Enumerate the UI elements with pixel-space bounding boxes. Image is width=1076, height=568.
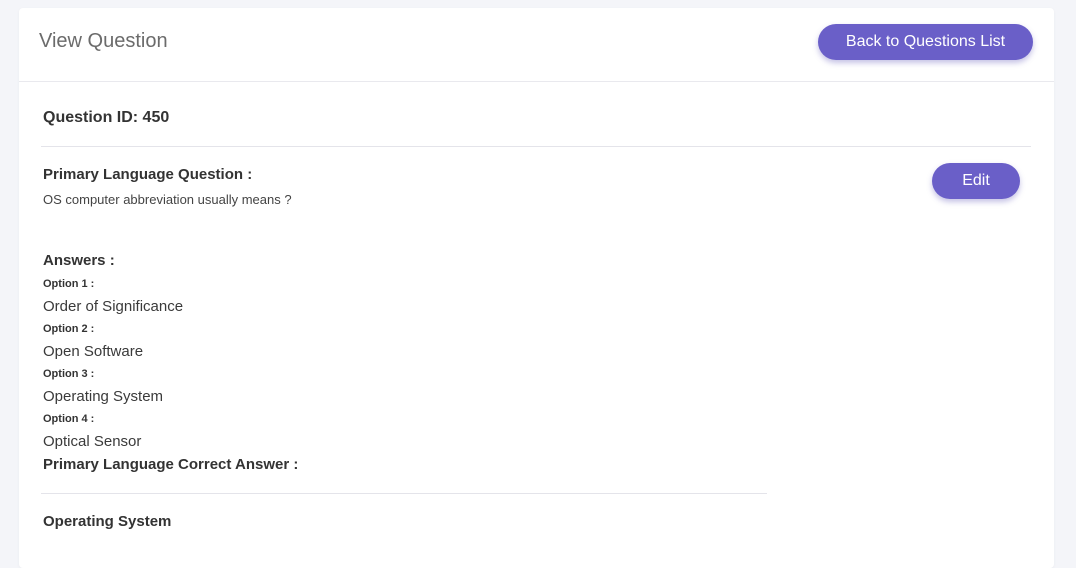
option-4-text: Optical Sensor [43, 433, 142, 450]
question-card: View Question Back to Questions List Que… [19, 8, 1054, 568]
edit-button[interactable]: Edit [932, 163, 1020, 199]
option-2-text: Open Software [43, 343, 144, 360]
question-id: Question ID: 450 [43, 109, 170, 126]
option-2-label: Option 2 : [43, 323, 95, 335]
card-header: View Question Back to Questions List [19, 8, 1054, 82]
option-1-label: Option 1 : [43, 278, 95, 290]
option-1-text: Order of Significance [43, 298, 184, 315]
page-title: View Question [39, 30, 168, 52]
divider [41, 493, 767, 494]
correct-answer-label: Primary Language Correct Answer : [43, 456, 299, 473]
correct-answer-value: Operating System [43, 513, 172, 530]
option-3-label: Option 3 : [43, 368, 95, 380]
primary-question-text: OS computer abbreviation usually means ? [43, 192, 292, 207]
primary-question-label: Primary Language Question : [43, 166, 253, 183]
option-3-text: Operating System [43, 388, 164, 405]
option-4-label: Option 4 : [43, 413, 95, 425]
answers-label: Answers : [43, 252, 115, 269]
divider [41, 146, 1031, 147]
back-to-questions-list-button[interactable]: Back to Questions List [818, 24, 1033, 60]
